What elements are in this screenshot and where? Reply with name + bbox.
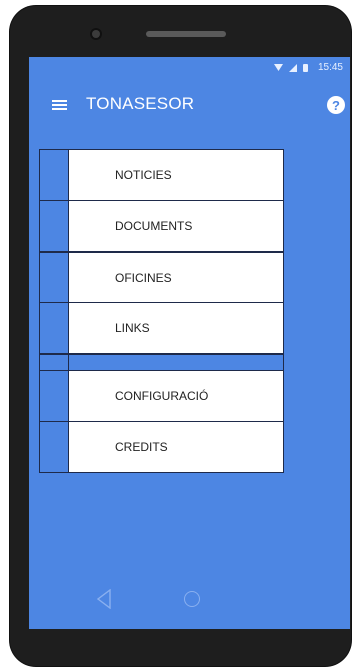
menu-stub: [40, 150, 69, 200]
separator-fill: [69, 355, 283, 370]
phone-frame: 15:45 TONASESOR ? NOTICIES DOCUMENTS OFI…: [10, 6, 351, 666]
signal-icon: [288, 63, 297, 72]
menu-stub: [40, 422, 69, 472]
menu-item-documents[interactable]: DOCUMENTS: [69, 201, 283, 251]
wifi-icon: [273, 64, 283, 71]
home-icon[interactable]: [184, 591, 200, 607]
menu-separator: [39, 353, 284, 371]
menu-row-configuracio: CONFIGURACIÓ: [39, 370, 284, 422]
hamburger-menu-icon[interactable]: [52, 99, 67, 111]
menu-stub: [40, 303, 69, 353]
main-menu: NOTICIES DOCUMENTS OFICINES LINKS CONFIG…: [39, 149, 284, 473]
menu-row-noticies: NOTICIES: [39, 149, 284, 201]
menu-stub: [40, 253, 69, 302]
menu-row-oficines: OFICINES: [39, 251, 284, 303]
status-icons: 15:45: [273, 62, 343, 73]
menu-stub: [40, 201, 69, 251]
menu-item-configuracio[interactable]: CONFIGURACIÓ: [69, 371, 283, 421]
menu-item-oficines[interactable]: OFICINES: [69, 253, 283, 302]
speaker: [146, 31, 226, 37]
menu-row-credits: CREDITS: [39, 421, 284, 473]
back-icon[interactable]: [96, 589, 112, 609]
menu-item-links[interactable]: LINKS: [69, 303, 283, 353]
android-nav-bar: [29, 579, 350, 629]
menu-item-credits[interactable]: CREDITS: [69, 422, 283, 472]
app-title: TONASESOR: [86, 94, 195, 113]
menu-row-documents: DOCUMENTS: [39, 200, 284, 252]
status-bar: 15:45: [29, 57, 350, 79]
app-screen: 15:45 TONASESOR ? NOTICIES DOCUMENTS OFI…: [29, 57, 350, 629]
menu-row-links: LINKS: [39, 302, 284, 354]
app-bar: TONASESOR ?: [29, 87, 350, 123]
camera: [92, 30, 100, 38]
help-icon[interactable]: ?: [327, 96, 345, 114]
menu-stub: [40, 355, 69, 370]
battery-icon: [302, 63, 308, 72]
menu-item-noticies[interactable]: NOTICIES: [69, 150, 283, 200]
menu-stub: [40, 371, 69, 421]
status-time: 15:45: [317, 62, 343, 73]
